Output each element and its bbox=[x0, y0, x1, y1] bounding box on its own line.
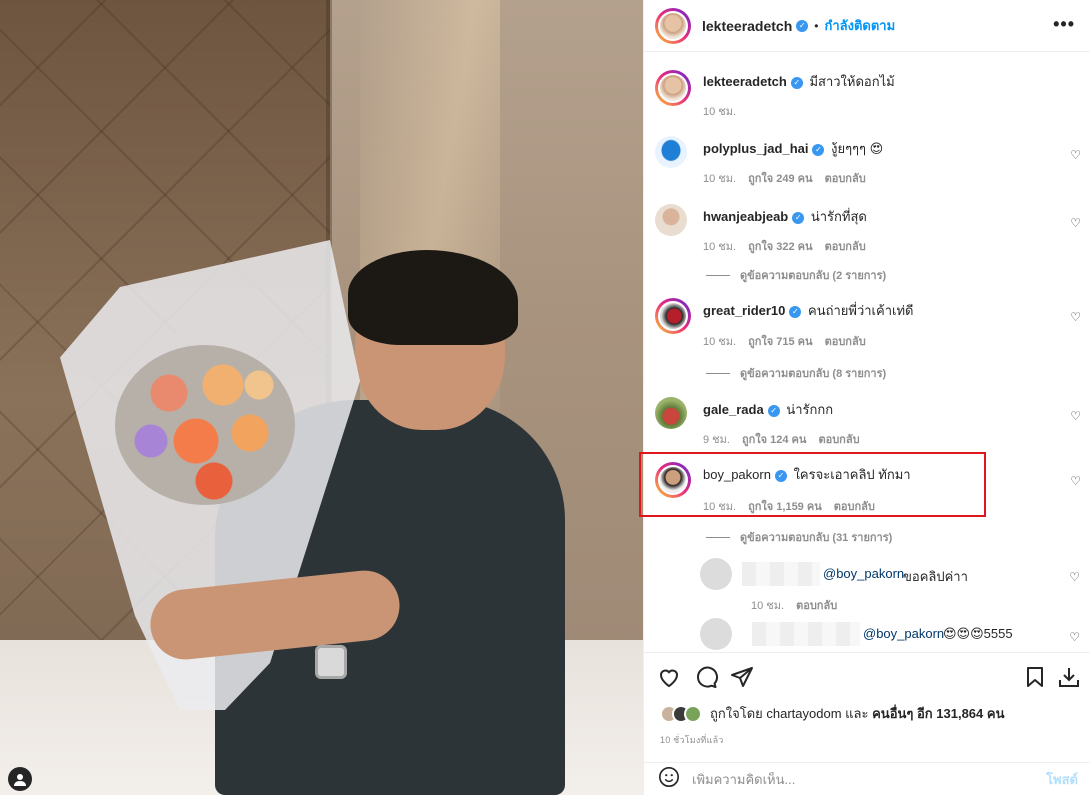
author-avatar-ring[interactable] bbox=[655, 7, 691, 44]
reply-mention[interactable]: @boy_pakorn bbox=[863, 626, 944, 641]
replies-line bbox=[706, 372, 730, 374]
dot-separator: • bbox=[814, 18, 819, 33]
download-icon[interactable] bbox=[1057, 665, 1081, 694]
add-comment-input[interactable] bbox=[692, 772, 1012, 787]
tagged-user-icon[interactable] bbox=[8, 767, 32, 791]
like-comment-heart-icon[interactable]: ♡ bbox=[1070, 310, 1081, 324]
verified-icon: ✓ bbox=[790, 77, 803, 89]
reply-mention[interactable]: @boy_pakorn bbox=[823, 566, 904, 581]
view-replies-button[interactable]: ดูข้อความตอบกลับ (8 รายการ) bbox=[706, 364, 886, 382]
like-comment-heart-icon[interactable]: ♡ bbox=[1070, 216, 1081, 230]
likes-prefix: ถูกใจโดย bbox=[710, 706, 763, 721]
reply-button[interactable]: ตอบกลับ bbox=[825, 173, 866, 185]
comment-text: น่ารักกก bbox=[786, 402, 834, 417]
verified-icon: ✓ bbox=[796, 19, 809, 32]
blurred-avatar bbox=[700, 558, 732, 590]
comment-item: gale_rada ✓ น่ารักกก 9 ชม. ถูกใจ 124 คน ตอบ… bbox=[655, 397, 1081, 447]
commenter-avatar[interactable] bbox=[655, 397, 687, 429]
red-highlight-box bbox=[639, 452, 986, 517]
share-icon[interactable] bbox=[730, 665, 754, 694]
comment-time: 10 ชม. bbox=[703, 336, 737, 348]
comment-time: 10 ชม. bbox=[703, 241, 737, 253]
commenter-avatar[interactable] bbox=[655, 136, 687, 168]
comment-icon[interactable] bbox=[694, 665, 718, 694]
caption: lekteeradetch ✓ มีสาวให้ดอกไม้ 10 ชม. bbox=[655, 70, 1075, 120]
likes-text: ถูกใจโดย chartayodom และ คนอื่นๆ อีก 131… bbox=[710, 703, 1004, 724]
wristwatch bbox=[315, 645, 347, 679]
replies-line bbox=[706, 536, 730, 538]
more-options-icon[interactable]: ••• bbox=[1053, 14, 1075, 35]
reply-time: 10 ชม. bbox=[751, 600, 785, 612]
verified-icon: ✓ bbox=[767, 405, 780, 417]
reply-item: @boy_pakorn 😍😍😍5555 ♡ bbox=[700, 618, 1080, 652]
author-username[interactable]: lekteeradetch bbox=[702, 18, 792, 34]
emoji-icon[interactable] bbox=[658, 766, 680, 794]
comment-time: 9 ชม. bbox=[703, 434, 730, 446]
author-avatar[interactable] bbox=[658, 10, 688, 41]
comment-text: งู้ยๆๆๆ 😍 bbox=[831, 141, 884, 156]
like-heart-icon[interactable] bbox=[657, 665, 681, 694]
blurred-username bbox=[752, 622, 860, 646]
like-comment-heart-icon[interactable]: ♡ bbox=[1070, 409, 1081, 423]
like-reply-heart-icon[interactable]: ♡ bbox=[1069, 570, 1080, 584]
comment-username[interactable]: gale_rada bbox=[703, 402, 764, 417]
view-replies-label: ดูข้อความตอบกลับ (2 รายการ) bbox=[740, 270, 887, 282]
bouquet-flowers bbox=[115, 345, 295, 505]
reply-button[interactable]: ตอบกลับ bbox=[825, 336, 866, 348]
post-photo[interactable] bbox=[0, 0, 643, 795]
like-reply-heart-icon[interactable]: ♡ bbox=[1069, 630, 1080, 644]
post-actions: ถูกใจโดย chartayodom และ คนอื่นๆ อีก 131… bbox=[644, 652, 1090, 795]
reply-item: @boy_pakorn ขอคลิปค่าา 10 ชม. ตอบกลับ ♡ bbox=[700, 558, 1080, 612]
comment-time: 10 ชม. bbox=[703, 173, 737, 185]
comments-list: lekteeradetch ✓ มีสาวให้ดอกไม้ 10 ชม. pol… bbox=[644, 52, 1090, 652]
comment-likes[interactable]: ถูกใจ 715 คน bbox=[748, 336, 812, 348]
verified-icon: ✓ bbox=[812, 144, 825, 156]
post-header: lekteeradetch ✓ • กำลังติดตาม ••• bbox=[644, 0, 1090, 52]
view-replies-label: ดูข้อความตอบกลับ (8 รายการ) bbox=[740, 368, 887, 380]
view-replies-button[interactable]: ดูข้อความตอบกลับ (31 รายการ) bbox=[706, 528, 892, 546]
post-comment-button[interactable]: โพสต์ bbox=[1046, 769, 1078, 790]
commenter-avatar[interactable] bbox=[655, 204, 687, 236]
reply-button[interactable]: ตอบกลับ bbox=[796, 600, 837, 612]
comment-text: น่ารักที่สุด bbox=[810, 209, 867, 224]
save-bookmark-icon[interactable] bbox=[1023, 665, 1047, 694]
post-time-ago: 10 ชั่วโมงที่แล้ว bbox=[660, 735, 724, 745]
post-side-panel: lekteeradetch ✓ • กำลังติดตาม ••• lektee… bbox=[643, 0, 1090, 795]
verified-icon: ✓ bbox=[789, 306, 802, 318]
view-replies-label: ดูข้อความตอบกลับ (31 รายการ) bbox=[740, 532, 893, 544]
liker-username[interactable]: chartayodom bbox=[766, 706, 841, 721]
blurred-avatar bbox=[700, 618, 732, 650]
reply-text: 😍😍😍5555 bbox=[943, 626, 1013, 641]
caption-text: มีสาวให้ดอกไม้ bbox=[809, 74, 895, 89]
reply-button[interactable]: ตอบกลับ bbox=[818, 434, 859, 446]
reply-button[interactable]: ตอบกลับ bbox=[825, 241, 866, 253]
reply-text: ขอคลิปค่าา bbox=[903, 569, 968, 584]
blurred-username bbox=[742, 562, 820, 586]
caption-time: 10 ชม. bbox=[703, 106, 737, 118]
comment-username[interactable]: polyplus_jad_hai bbox=[703, 141, 808, 156]
likes-others[interactable]: คนอื่นๆ อีก 131,864 คน bbox=[872, 706, 1004, 721]
comment-likes[interactable]: ถูกใจ 249 คน bbox=[748, 173, 812, 185]
liker-avatar bbox=[684, 704, 702, 723]
comment-text: คนถ่ายพี่ว่าเค้าเท่ดี bbox=[808, 303, 914, 318]
like-comment-heart-icon[interactable]: ♡ bbox=[1070, 148, 1081, 162]
comment-username[interactable]: great_rider10 bbox=[703, 303, 785, 318]
comment-likes[interactable]: ถูกใจ 124 คน bbox=[742, 434, 806, 446]
replies-line bbox=[706, 274, 730, 276]
add-comment-bar: โพสต์ bbox=[644, 762, 1090, 795]
comment-likes[interactable]: ถูกใจ 322 คน bbox=[748, 241, 812, 253]
view-replies-button[interactable]: ดูข้อความตอบกลับ (2 รายการ) bbox=[706, 266, 886, 284]
likes-summary: ถูกใจโดย chartayodom และ คนอื่นๆ อีก 131… bbox=[660, 703, 1004, 724]
comment-item: great_rider10 ✓ คนถ่ายพี่ว่าเค้าเท่ดี 10 … bbox=[655, 298, 1081, 348]
commenter-avatar[interactable] bbox=[655, 298, 691, 334]
verified-icon: ✓ bbox=[792, 212, 805, 224]
caption-username[interactable]: lekteeradetch bbox=[703, 74, 787, 89]
caption-avatar[interactable] bbox=[655, 70, 691, 106]
comment-item: polyplus_jad_hai ✓ งู้ยๆๆๆ 😍 10 ชม. ถูกใจ … bbox=[655, 136, 1081, 186]
comment-item: hwanjeabjeab ✓ น่ารักที่สุด 10 ชม. ถูกใจ 3… bbox=[655, 204, 1081, 254]
likes-joiner: และ bbox=[845, 706, 869, 721]
like-comment-heart-icon[interactable]: ♡ bbox=[1070, 474, 1081, 488]
comment-username[interactable]: hwanjeabjeab bbox=[703, 209, 788, 224]
following-button[interactable]: กำลังติดตาม bbox=[824, 15, 895, 36]
